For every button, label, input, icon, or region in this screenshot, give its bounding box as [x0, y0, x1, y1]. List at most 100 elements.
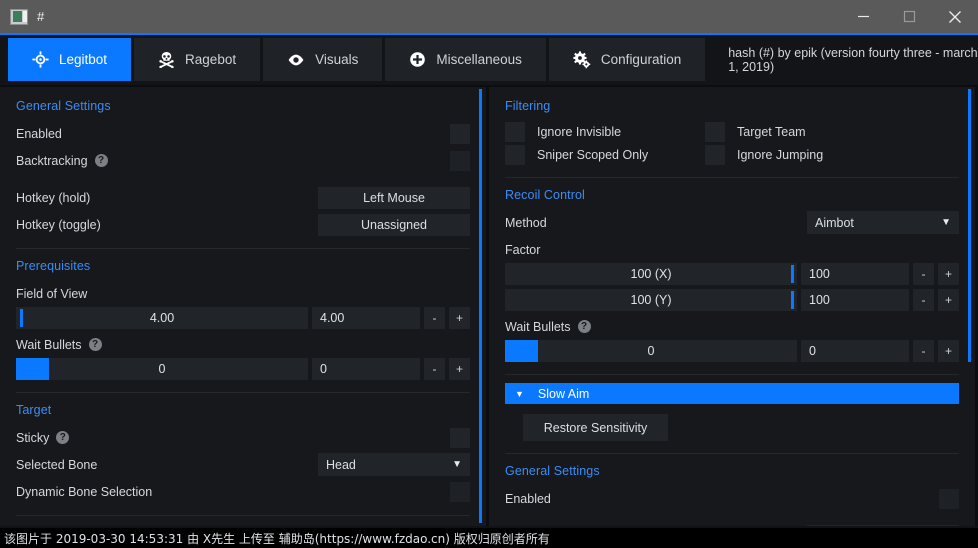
dynamic-bone-label: Dynamic Bone Selection [16, 484, 153, 499]
filter-sniper-scoped-only[interactable]: Sniper Scoped Only [505, 145, 705, 165]
filter-target-team[interactable]: Target Team [705, 122, 905, 142]
selected-bone-value: Head [326, 457, 356, 472]
recoil-factor-y-slider[interactable]: 100 (Y) [505, 289, 797, 311]
row-enabled: Enabled [16, 122, 470, 145]
sniper-scoped-only-checkbox[interactable] [505, 145, 525, 165]
help-icon[interactable]: ? [577, 320, 591, 333]
tab-ragebot[interactable]: Ragebot [134, 38, 261, 81]
hotkey-hold-field[interactable]: Left Mouse [318, 186, 470, 209]
right-enabled-checkbox[interactable] [939, 488, 959, 509]
wait-bullets-slider-value: 0 [158, 362, 166, 376]
row-right-enabled: Enabled [505, 487, 959, 510]
divider [16, 515, 470, 516]
divider [505, 453, 959, 454]
row-recoil-method: Method Aimbot ▼ [505, 211, 959, 234]
filtering-row-1: Ignore Invisible Target Team [505, 122, 959, 142]
fov-slider-value: 4.00 [149, 311, 175, 325]
wait-bullets-decrement-button[interactable]: - [424, 358, 445, 380]
sticky-checkbox[interactable] [450, 427, 470, 448]
right-panel-scrollbar[interactable] [968, 89, 971, 362]
recoil-method-label: Method [505, 215, 547, 230]
recoil-method-value: Aimbot [815, 215, 854, 230]
skull-crossbones-icon [158, 51, 175, 68]
wait-bullets-slider-fill [16, 358, 49, 380]
recoil-factor-y-number-input[interactable]: 100 [801, 289, 909, 311]
tab-label: Configuration [600, 52, 682, 67]
recoil-wait-bullets-slider[interactable]: 0 [505, 340, 797, 362]
row-hotkey-toggle: Hotkey (toggle) Unassigned [16, 213, 470, 236]
ignore-jumping-checkbox[interactable] [705, 145, 725, 165]
hotkey-hold-label: Hotkey (hold) [16, 190, 91, 205]
wait-bullets-number-input[interactable]: 0 [312, 358, 420, 380]
ignore-invisible-checkbox[interactable] [505, 122, 525, 142]
wait-bullets-label-wrap: Wait Bullets ? [16, 338, 470, 352]
restore-sensitivity-button[interactable]: Restore Sensitivity [523, 414, 668, 441]
backtracking-label: Backtracking [16, 153, 88, 168]
recoil-factor-x-slider-value: 100 (X) [630, 267, 672, 281]
fov-increment-button[interactable]: + [449, 307, 470, 329]
minimize-icon[interactable] [840, 0, 886, 33]
gears-icon [573, 50, 591, 69]
target-heading: Target [16, 403, 52, 417]
close-icon[interactable] [932, 0, 978, 33]
fov-label: Field of View [16, 286, 88, 301]
tab-visuals[interactable]: Visuals [263, 38, 383, 81]
recoil-factor-x-decrement-button[interactable]: - [913, 263, 934, 285]
maximize-icon[interactable] [886, 0, 932, 33]
fov-decrement-button[interactable]: - [424, 307, 445, 329]
help-icon[interactable]: ? [56, 431, 70, 444]
sticky-label: Sticky [16, 430, 50, 445]
tab-configuration[interactable]: Configuration [548, 38, 706, 81]
tab-label: Legitbot [59, 52, 108, 67]
filter-ignore-jumping[interactable]: Ignore Jumping [705, 145, 905, 165]
app-window-icon [10, 8, 28, 25]
recoil-factor-x-slider[interactable]: 100 (X) [505, 263, 797, 285]
row-dynamic-bone: Dynamic Bone Selection [16, 480, 470, 503]
recoil-factor-x-slider-handle[interactable] [791, 265, 794, 283]
left-panel-scrollbar[interactable] [479, 89, 482, 523]
recoil-wait-bullets-row: 0 0 - + [505, 340, 959, 362]
backtracking-checkbox[interactable] [450, 150, 470, 171]
row-selected-bone: Selected Bone Head ▼ [16, 453, 470, 476]
filter-ignore-invisible[interactable]: Ignore Invisible [505, 122, 705, 142]
help-icon[interactable]: ? [88, 338, 102, 351]
recoil-factor-y-decrement-button[interactable]: - [913, 289, 934, 311]
slow-aim-section-header[interactable]: ▼ Slow Aim [505, 383, 959, 404]
tab-label: Miscellaneous [436, 52, 522, 67]
sniper-scoped-only-label: Sniper Scoped Only [537, 148, 649, 162]
recoil-factor-x-number-input[interactable]: 100 [801, 263, 909, 285]
recoil-method-dropdown[interactable]: Aimbot ▼ [807, 211, 959, 234]
recoil-wait-bullets-increment-button[interactable]: + [938, 340, 959, 362]
chevron-down-icon: ▼ [452, 459, 462, 470]
fov-slider-row: 4.00 4.00 - + [16, 307, 470, 329]
window-title: # [37, 9, 45, 24]
hotkey-toggle-field[interactable]: Unassigned [318, 213, 470, 236]
fov-number-input[interactable]: 4.00 [312, 307, 420, 329]
target-team-label: Target Team [737, 125, 806, 139]
recoil-factor-label: Factor [505, 242, 541, 257]
enabled-checkbox[interactable] [450, 123, 470, 144]
selected-bone-dropdown[interactable]: Head ▼ [318, 453, 470, 476]
crosshair-icon [32, 51, 49, 68]
plus-circle-icon [409, 51, 426, 68]
row-hotkey-hold: Hotkey (hold) Left Mouse [16, 186, 470, 209]
triangle-down-icon: ▼ [515, 388, 524, 399]
row-recoil-factor: Factor [505, 238, 959, 261]
tab-label: Ragebot [185, 52, 237, 67]
wait-bullets-slider[interactable]: 0 [16, 358, 308, 380]
tab-miscellaneous[interactable]: Miscellaneous [385, 38, 546, 81]
wait-bullets-increment-button[interactable]: + [449, 358, 470, 380]
divider [16, 392, 470, 393]
dynamic-bone-checkbox[interactable] [450, 481, 470, 502]
recoil-factor-x-increment-button[interactable]: + [938, 263, 959, 285]
fov-slider[interactable]: 4.00 [16, 307, 308, 329]
tab-legitbot[interactable]: Legitbot [8, 38, 132, 81]
recoil-factor-y-increment-button[interactable]: + [938, 289, 959, 311]
recoil-wait-bullets-decrement-button[interactable]: - [913, 340, 934, 362]
recoil-wait-bullets-number-input[interactable]: 0 [801, 340, 909, 362]
help-icon[interactable]: ? [94, 154, 108, 167]
target-team-checkbox[interactable] [705, 122, 725, 142]
recoil-factor-y-slider-handle[interactable] [791, 291, 794, 309]
fov-slider-handle[interactable] [20, 309, 23, 327]
row-fov-label: Field of View [16, 282, 470, 305]
